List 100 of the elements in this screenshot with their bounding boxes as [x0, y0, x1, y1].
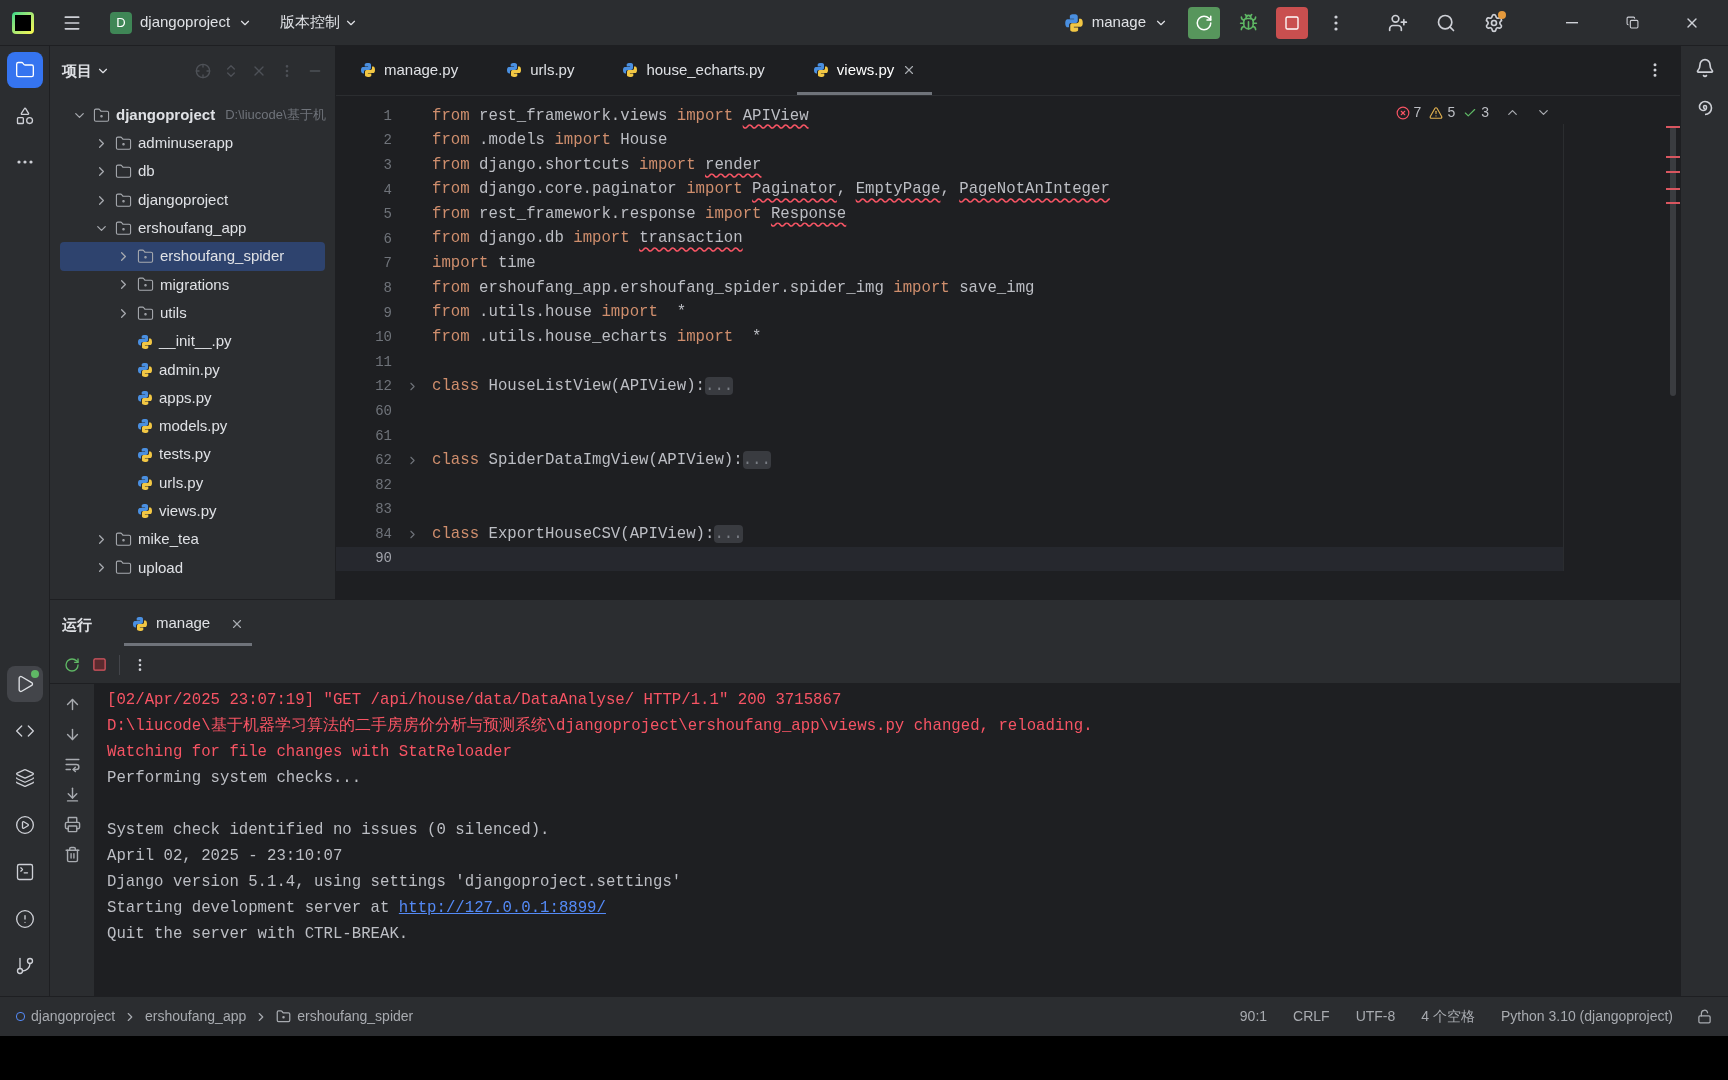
code-line: from rest_framework.response import Response	[432, 203, 847, 225]
status-item[interactable]: 90:1	[1239, 1006, 1268, 1027]
rerun-button[interactable]	[1188, 6, 1220, 39]
status-item[interactable]: UTF-8	[1355, 1006, 1396, 1027]
project-menu[interactable]: D djangoproject	[102, 6, 261, 39]
run-tab[interactable]: manage	[124, 604, 253, 646]
python-file-icon	[137, 333, 153, 350]
code-line: from django.core.paginator import Paginator, EmptyPage, PageNotAnInteger	[432, 179, 1110, 201]
settings-icon	[1484, 12, 1504, 33]
console-line: Watching for file changes with StatReloader	[107, 742, 512, 764]
more-icon	[16, 160, 33, 164]
rerun-icon[interactable]	[64, 656, 80, 673]
weak-warning-count[interactable]: 3	[1463, 102, 1489, 123]
python-file-icon	[137, 418, 153, 435]
problems-icon	[14, 909, 35, 929]
project-icon	[16, 1012, 25, 1021]
tree-item[interactable]: utils	[60, 299, 325, 328]
run-panel-title: 运行	[62, 614, 92, 635]
code-line: class ExportHouseCSV(APIView):...	[432, 523, 743, 545]
line-number: 84	[374, 524, 392, 544]
line-number: 4	[382, 180, 392, 200]
tree-item-label: db	[138, 161, 155, 182]
breadcrumb[interactable]: ershoufang_app	[145, 1006, 247, 1027]
print-icon[interactable]	[63, 816, 81, 833]
python-file-icon	[137, 446, 153, 463]
tree-item[interactable]: db	[60, 157, 325, 186]
warning-icon	[1429, 105, 1444, 120]
editor-tab[interactable]: views.py	[796, 48, 933, 95]
console-line: D:\liucode\基于机器学习算法的二手房房价分析与预测系统\djangoproject\ershoufang_app\views.py changed, reloading.	[107, 715, 1093, 738]
line-number: 10	[374, 328, 392, 348]
line-number: 83	[374, 500, 392, 520]
line-number: 1	[382, 106, 392, 126]
code-line: import time	[432, 253, 536, 275]
trash-icon[interactable]	[63, 846, 81, 863]
tree-item[interactable]: apps.py	[60, 383, 325, 413]
tree-item[interactable]: djangoproject D:\liucode\基于机	[60, 101, 325, 130]
project-view-selector[interactable]: 项目	[62, 59, 110, 83]
tree-item[interactable]: tests.py	[60, 440, 325, 469]
code-line: class SpiderDataImgView(APIView):...	[432, 449, 771, 471]
stop-icon	[1284, 14, 1300, 31]
bug-icon	[1238, 13, 1258, 32]
console-line: Django version 5.1.4, using settings 'djangoproject.settings'	[107, 872, 682, 894]
folder-icon	[14, 60, 35, 80]
path-hint: D:\liucode\基于机	[225, 106, 326, 125]
status-item[interactable]: 4 个空格	[1421, 1006, 1475, 1027]
folder-tool-button[interactable]	[6, 52, 43, 88]
tree-item[interactable]: models.py	[60, 412, 325, 441]
line-number: 9	[382, 303, 392, 323]
tree-item[interactable]: views.py	[60, 497, 325, 526]
lock-icon[interactable]	[1697, 1009, 1712, 1024]
python-file-icon	[506, 62, 523, 78]
server-link[interactable]: http://127.0.0.1:8899/	[398, 897, 606, 921]
editor-tab[interactable]: urls.py	[490, 48, 591, 95]
folder-icon	[93, 106, 110, 124]
tree-item-label: migrations	[160, 274, 230, 295]
stop-button[interactable]	[1276, 6, 1308, 39]
soft-wrap-icon[interactable]	[63, 756, 81, 773]
error-count[interactable]: 7	[1395, 102, 1422, 123]
tree-item[interactable]: admin.py	[60, 355, 325, 384]
tree-item[interactable]: migrations	[60, 270, 325, 300]
tree-item[interactable]: djangoproject	[60, 185, 325, 215]
line-number: 5	[382, 205, 392, 225]
notifications-icon[interactable]	[1694, 58, 1715, 78]
tree-item[interactable]: ershoufang_spider	[60, 242, 325, 271]
console-line: [02/Apr/2025 23:07:19] "GET /api/house/data/DataAnalyse/ HTTP/1.1" 200 3715867	[107, 690, 842, 712]
console-line: Performing system checks...	[107, 768, 362, 790]
run-tool-button[interactable]	[6, 666, 43, 702]
folder-icon	[115, 219, 132, 237]
python-file-icon	[137, 361, 153, 378]
breadcrumb[interactable]: ershoufang_spider	[276, 1006, 414, 1027]
line-number: 60	[374, 401, 392, 421]
structure-icon	[14, 106, 35, 126]
tree-item-label: djangoproject	[138, 189, 229, 210]
vcs-menu[interactable]: 版本控制	[272, 6, 367, 39]
code-line: from ershoufang_app.ershoufang_spider.spider_img import save_img	[432, 277, 1035, 299]
status-item[interactable]: CRLF	[1293, 1006, 1330, 1027]
breadcrumb[interactable]: djangoproject	[16, 1006, 116, 1027]
tree-item[interactable]: __init__.py	[60, 327, 325, 356]
line-number: 62	[374, 451, 392, 471]
run-config-selector[interactable]: manage	[1055, 6, 1176, 39]
tree-item[interactable]: urls.py	[60, 468, 325, 498]
console-line: Starting development server at	[107, 898, 391, 920]
search-icon	[1436, 12, 1456, 33]
tree-item[interactable]: mike_tea	[60, 525, 325, 554]
tree-item[interactable]: ershoufang_app	[60, 214, 325, 243]
folder-icon	[276, 1009, 292, 1024]
tree-item[interactable]: adminuserapp	[60, 129, 325, 158]
warning-count[interactable]: 5	[1429, 102, 1456, 123]
status-item[interactable]: Python 3.10 (djangoproject)	[1501, 1006, 1673, 1027]
layers-icon	[14, 768, 35, 788]
error-icon	[1395, 105, 1410, 120]
stop-icon[interactable]	[92, 657, 107, 672]
git-branch-icon	[14, 956, 35, 976]
editor-tab[interactable]: manage.py	[344, 48, 475, 95]
editor-tab[interactable]: house_echarts.py	[606, 48, 781, 95]
code-line: from .utils.house_echarts import *	[432, 326, 762, 348]
line-number: 6	[382, 229, 392, 249]
tree-item-label: mike_tea	[138, 529, 199, 550]
console-line: April 02, 2025 - 23:10:07	[107, 846, 343, 868]
tree-item[interactable]: upload	[60, 553, 325, 583]
